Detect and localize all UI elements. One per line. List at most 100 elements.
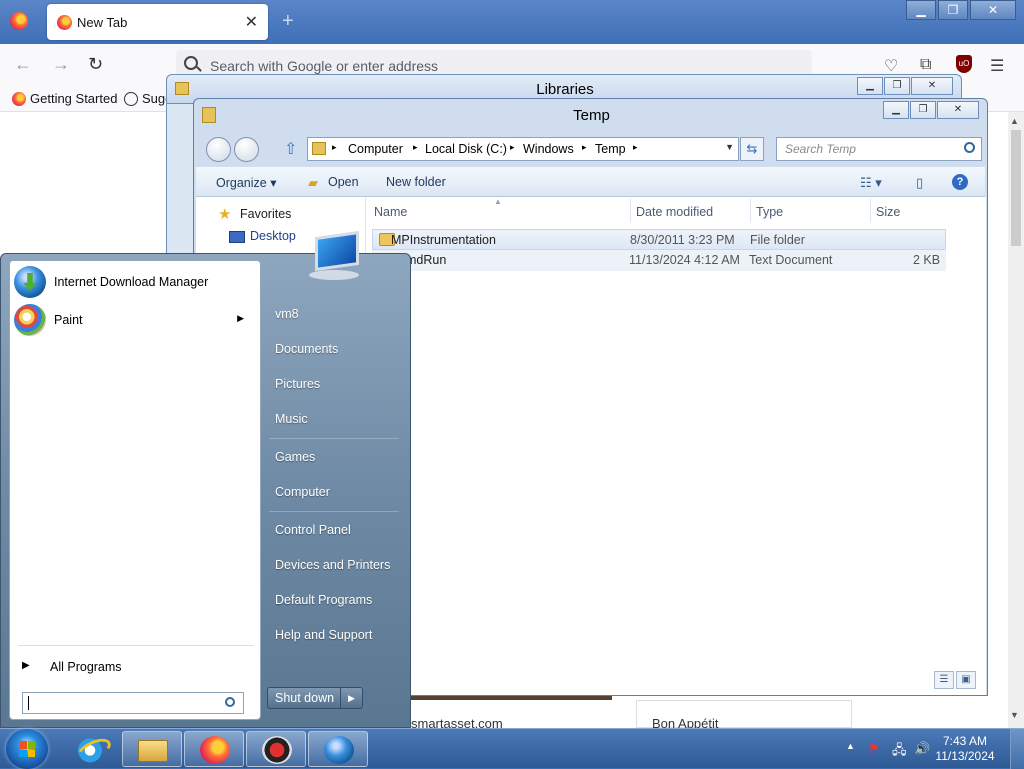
start-item-pictures[interactable]: Pictures — [275, 377, 320, 391]
start-item-help-support[interactable]: Help and Support — [275, 628, 372, 642]
search-icon — [225, 697, 235, 707]
desktop-icon — [229, 231, 245, 243]
change-view-icon[interactable]: ☷ ▾ — [860, 175, 882, 191]
start-button[interactable] — [6, 729, 48, 769]
all-programs[interactable]: All Programs — [50, 660, 122, 674]
shutdown-button[interactable]: Shut down ▶ — [267, 687, 363, 709]
temp-close-button[interactable]: ✕ — [937, 101, 979, 119]
nav-desktop[interactable]: Desktop — [250, 229, 296, 243]
shutdown-options-arrow-icon[interactable]: ▶ — [340, 688, 362, 708]
refresh-icon[interactable]: ⇆ — [740, 137, 764, 161]
taskbar-recorder[interactable] — [246, 731, 306, 767]
table-row[interactable]: eCmdRun 11/13/2024 4:12 AM Text Document… — [372, 250, 946, 271]
libraries-window-body — [166, 104, 196, 264]
new-tab-plus-icon[interactable]: + — [282, 10, 294, 33]
address-dropdown-icon[interactable]: ▼ — [725, 142, 734, 152]
clock[interactable]: 7:43 AM 11/13/2024 — [934, 734, 996, 764]
start-item-control-panel[interactable]: Control Panel — [275, 523, 351, 537]
network-icon[interactable]: 🖧 — [892, 741, 907, 763]
column-type[interactable]: Type — [756, 205, 783, 219]
column-divider[interactable] — [870, 199, 871, 223]
start-item-user[interactable]: vm8 — [275, 307, 299, 321]
breadcrumb-computer[interactable]: Computer — [348, 142, 403, 156]
pocket-icon[interactable]: ♡ — [884, 56, 898, 76]
ublock-origin-icon[interactable]: uO — [956, 55, 972, 73]
breadcrumb-temp[interactable]: Temp — [595, 142, 626, 156]
libraries-title: Libraries — [536, 81, 594, 98]
libraries-minimize-button[interactable]: ▁ — [857, 77, 883, 95]
reload-icon[interactable]: ↻ — [88, 54, 103, 75]
volume-icon[interactable]: 🔊 — [914, 741, 930, 757]
start-item-computer[interactable]: Computer — [275, 485, 330, 499]
details-view-icon[interactable]: ☰ — [934, 671, 954, 689]
program-paint[interactable]: Paint ▶ — [14, 303, 254, 337]
scroll-down-arrow-icon[interactable]: ▼ — [1010, 710, 1019, 720]
up-arrow-icon[interactable]: ⇧ — [284, 139, 297, 159]
help-icon[interactable]: ? — [952, 174, 968, 190]
libraries-close-button[interactable]: ✕ — [911, 77, 953, 95]
taskbar-windows-explorer[interactable] — [122, 731, 182, 767]
chevron-right-icon[interactable]: ▸ — [633, 142, 638, 153]
column-divider[interactable] — [630, 199, 631, 223]
preview-pane-icon[interactable]: ▯ — [916, 175, 923, 191]
libraries-window-controls: ▁ ❐ ✕ — [857, 77, 953, 95]
chevron-right-icon[interactable]: ▸ — [582, 142, 587, 153]
sort-caret-icon: ▲ — [494, 197, 502, 206]
taskbar-idm[interactable] — [308, 731, 368, 767]
extensions-icon[interactable]: ⧉ — [920, 56, 931, 74]
column-divider[interactable] — [750, 199, 751, 223]
show-desktop-button[interactable] — [1010, 729, 1024, 769]
submenu-arrow-icon[interactable]: ▶ — [237, 313, 244, 324]
start-item-music[interactable]: Music — [275, 412, 308, 426]
menu-icon[interactable]: ☰ — [990, 56, 1004, 76]
nav-favorites[interactable]: Favorites — [240, 207, 291, 221]
file-date: 11/13/2024 4:12 AM — [629, 253, 740, 267]
column-name[interactable]: Name — [374, 205, 407, 219]
start-item-default-programs[interactable]: Default Programs — [275, 593, 372, 607]
maximize-button[interactable]: ❐ — [938, 0, 968, 20]
start-item-documents[interactable]: Documents — [275, 342, 338, 356]
program-internet-download-manager[interactable]: Internet Download Manager — [14, 265, 254, 299]
chevron-right-icon[interactable]: ▸ — [413, 142, 418, 153]
scroll-thumb[interactable] — [1011, 130, 1021, 246]
back-button[interactable] — [206, 137, 231, 162]
column-size[interactable]: Size — [876, 205, 900, 219]
column-date-modified[interactable]: Date modified — [636, 205, 713, 219]
start-item-devices-printers[interactable]: Devices and Printers — [275, 558, 390, 572]
action-center-flag-icon[interactable]: ⚑ — [868, 741, 880, 757]
forward-button[interactable] — [234, 137, 259, 162]
temp-minimize-button[interactable]: ▁ — [883, 101, 909, 119]
taskbar-firefox[interactable] — [184, 731, 244, 767]
organize-button[interactable]: Organize ▾ — [216, 175, 276, 190]
close-tab-icon[interactable]: ✕ — [245, 12, 258, 32]
minimize-button[interactable]: ▁ — [906, 0, 936, 20]
search-input[interactable]: Search Temp — [776, 137, 982, 161]
back-arrow-icon[interactable]: ← — [14, 54, 32, 75]
taskbar-internet-explorer[interactable] — [60, 731, 120, 767]
chevron-right-icon[interactable]: ▸ — [510, 142, 515, 153]
scroll-up-arrow-icon[interactable]: ▲ — [1010, 116, 1019, 126]
bookmark-getting-started[interactable]: Getting Started — [12, 91, 117, 106]
open-button[interactable]: Open — [328, 175, 359, 189]
large-icons-view-icon[interactable]: ▣ — [956, 671, 976, 689]
temp-maximize-button[interactable]: ❐ — [910, 101, 936, 119]
table-row[interactable]: MPInstrumentation 8/30/2011 3:23 PM File… — [372, 229, 946, 250]
tab-new-tab[interactable]: New Tab ✕ — [47, 4, 268, 40]
chevron-right-icon[interactable]: ▸ — [332, 142, 337, 153]
close-button[interactable]: ✕ — [970, 0, 1016, 20]
show-hidden-icons-arrow-icon[interactable]: ▲ — [846, 741, 855, 751]
open-folder-icon: ▰ — [308, 175, 318, 190]
page-scrollbar[interactable]: ▲ ▼ — [1008, 112, 1024, 728]
taskbar: ▲ ⚑ 🖧 🔊 7:43 AM 11/13/2024 — [0, 728, 1024, 769]
file-type: File folder — [750, 233, 805, 247]
firefox-logo-icon[interactable] — [10, 12, 28, 30]
new-folder-button[interactable]: New folder — [386, 175, 446, 189]
breadcrumb-windows[interactable]: Windows — [523, 142, 574, 156]
start-search-input[interactable] — [22, 692, 244, 714]
address-breadcrumb[interactable]: ▸ Computer ▸ Local Disk (C:) ▸ Windows ▸… — [307, 137, 739, 161]
address-placeholder: Search with Google or enter address — [210, 58, 439, 74]
forward-arrow-icon[interactable]: → — [52, 54, 70, 75]
breadcrumb-local-disk[interactable]: Local Disk (C:) — [425, 142, 507, 156]
libraries-maximize-button[interactable]: ❐ — [884, 77, 910, 95]
start-item-games[interactable]: Games — [275, 450, 315, 464]
